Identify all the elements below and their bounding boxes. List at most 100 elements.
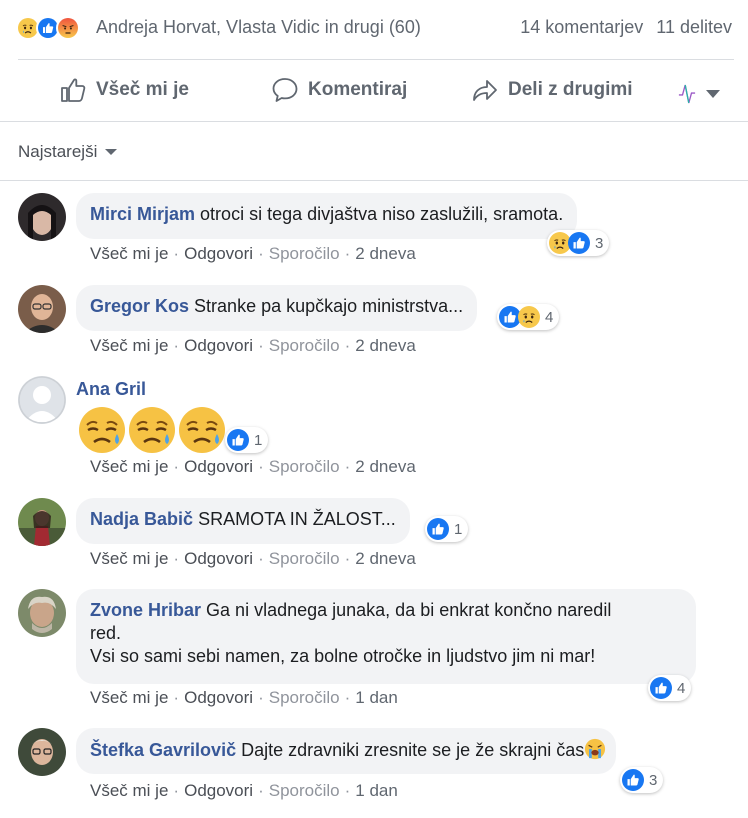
share-count-link[interactable]: 11 delitev — [656, 17, 732, 37]
reaction-count: 3 — [595, 234, 604, 252]
comment-bubble: Mirci Mirjam otroci si tega divjaštva ni… — [76, 193, 578, 239]
avatar[interactable] — [18, 728, 66, 776]
comment-timestamp[interactable]: 1 dan — [355, 688, 398, 707]
comment-timestamp[interactable]: 2 dneva — [355, 336, 416, 355]
comment-timestamp[interactable]: 1 dan — [355, 781, 398, 800]
comment-bubble: Štefka Gavrilovič Dajte zdravniki zresni… — [76, 728, 617, 774]
comment-timestamp[interactable]: 2 dneva — [355, 457, 416, 476]
like-icon — [427, 518, 449, 540]
reaction-count: 4 — [545, 308, 554, 326]
comment-like-link[interactable]: Všeč mi je — [90, 336, 168, 355]
avatar[interactable] — [18, 285, 66, 333]
avatar[interactable] — [18, 589, 66, 637]
loudly-crying-face-icon — [584, 740, 606, 760]
comment-bubble: Nadja Babič SRAMOTA IN ŽALOST... — [76, 498, 410, 544]
crying-face-icon — [176, 404, 228, 456]
comment-actions: Všeč mi je · Odgovori · Sporočilo · 2 dneva — [90, 457, 416, 476]
comment-message-link[interactable]: Sporočilo — [269, 781, 340, 800]
comment-like-link[interactable]: Všeč mi je — [90, 244, 168, 263]
comment-text: SRAMOTA IN ŽALOST... — [198, 509, 396, 529]
comment-text-line: red. — [90, 623, 122, 643]
comment-author[interactable]: Ana Gril — [76, 379, 146, 400]
reactions-summary: Andreja Horvat, Vlasta Vidic in drugi (6… — [0, 0, 748, 58]
comment-reply-link[interactable]: Odgovori — [184, 244, 253, 263]
action-bar: Všeč mi je Komentiraj Deli z drugimi — [0, 62, 748, 118]
divider — [18, 59, 734, 60]
comment-text-line: Vsi so sami sebi namen, za bolne otročke… — [90, 646, 596, 666]
caret-down-icon — [105, 149, 118, 155]
comment-reply-link[interactable]: Odgovori — [184, 549, 253, 568]
thumbs-up-icon — [61, 78, 86, 102]
activity-pulse-icon — [678, 84, 696, 104]
reaction-icons[interactable] — [16, 16, 80, 42]
share-button[interactable]: Deli z drugimi — [470, 74, 633, 106]
comment-message-link[interactable]: Sporočilo — [269, 336, 340, 355]
comment-like-link[interactable]: Všeč mi je — [90, 781, 168, 800]
sort-dropdown[interactable]: Najstarejši — [18, 142, 118, 162]
comment-message-link[interactable]: Sporočilo — [269, 688, 340, 707]
avatar[interactable] — [18, 376, 66, 424]
chevron-down-icon — [706, 90, 720, 98]
divider — [0, 121, 748, 122]
share-button-label: Deli z drugimi — [508, 79, 633, 100]
comment-text: Dajte zdravniki zresnite se je že skrajn… — [241, 740, 585, 760]
comment-reply-link[interactable]: Odgovori — [184, 781, 253, 800]
comment-text: otroci si tega divjaštva niso zaslužili,… — [200, 204, 564, 224]
comment-author[interactable]: Zvone Hribar — [90, 600, 201, 620]
comment-reactions[interactable]: 3 — [620, 767, 664, 793]
like-icon — [227, 429, 249, 451]
comment-reactions[interactable]: 1 — [225, 427, 269, 453]
reaction-count: 1 — [254, 431, 263, 449]
avatar[interactable] — [18, 498, 66, 546]
reaction-count: 3 — [649, 771, 658, 789]
comment-message-link[interactable]: Sporočilo — [269, 549, 340, 568]
comment-like-link[interactable]: Všeč mi je — [90, 549, 168, 568]
audience-selector[interactable] — [678, 78, 720, 110]
comment-message-link[interactable]: Sporočilo — [269, 244, 340, 263]
avatar[interactable] — [18, 193, 66, 241]
comment-reply-link[interactable]: Odgovori — [184, 688, 253, 707]
reaction-count: 4 — [677, 679, 686, 697]
sort-label: Najstarejši — [18, 142, 98, 161]
sad-icon — [518, 306, 540, 328]
speech-bubble-icon — [272, 78, 298, 102]
comment-author[interactable]: Štefka Gavrilovič — [90, 740, 236, 760]
comment-like-link[interactable]: Všeč mi je — [90, 688, 168, 707]
comment-text: Stranke pa kupčkajo ministrstva... — [194, 296, 464, 316]
comment-author[interactable]: Gregor Kos — [90, 296, 189, 316]
comment-reactions[interactable]: 4 — [648, 675, 692, 701]
crying-face-icon — [126, 404, 178, 456]
comment-button[interactable]: Komentiraj — [270, 74, 407, 106]
comment-button-label: Komentiraj — [308, 79, 408, 100]
comment-actions: Všeč mi je · Odgovori · Sporočilo · 2 dneva — [90, 549, 416, 568]
like-button-label: Všeč mi je — [96, 79, 189, 100]
comment-actions: Všeč mi je · Odgovori · Sporočilo · 1 dan — [90, 781, 398, 800]
comment-timestamp[interactable]: 2 dneva — [355, 244, 416, 263]
comment-text-line: Ga ni vladnega junaka, da bi enkrat konč… — [206, 600, 612, 620]
comment-author[interactable]: Nadja Babič — [90, 509, 193, 529]
crying-face-icon — [76, 404, 128, 456]
comment-message-link[interactable]: Sporočilo — [269, 457, 340, 476]
angry-icon — [56, 16, 80, 40]
comment-timestamp[interactable]: 2 dneva — [355, 549, 416, 568]
comment-actions: Všeč mi je · Odgovori · Sporočilo · 1 dan — [90, 688, 398, 707]
comment-bubble: Zvone Hribar Ga ni vladnega junaka, da b… — [76, 589, 696, 684]
comment-actions: Všeč mi je · Odgovori · Sporočilo · 2 dneva — [90, 244, 416, 263]
comment-author[interactable]: Mirci Mirjam — [90, 204, 195, 224]
comment-emoji-content — [76, 404, 226, 456]
comment-actions: Všeč mi je · Odgovori · Sporočilo · 2 dneva — [90, 336, 416, 355]
comment-reactions[interactable]: 1 — [425, 516, 469, 542]
comment-bubble: Gregor Kos Stranke pa kupčkajo ministrst… — [76, 285, 478, 331]
comment-like-link[interactable]: Všeč mi je — [90, 457, 168, 476]
comment-reactions[interactable]: 3 — [547, 230, 610, 256]
comment-count-link[interactable]: 14 komentarjev — [520, 17, 643, 37]
share-arrow-icon — [473, 80, 497, 101]
like-icon — [650, 677, 672, 699]
reaction-count: 1 — [454, 520, 463, 538]
comment-reactions[interactable]: 4 — [497, 304, 560, 330]
divider — [0, 180, 748, 181]
comment-reply-link[interactable]: Odgovori — [184, 336, 253, 355]
comment-reply-link[interactable]: Odgovori — [184, 457, 253, 476]
reaction-names[interactable]: Andreja Horvat, Vlasta Vidic in drugi (6… — [96, 17, 421, 38]
like-button[interactable]: Všeč mi je — [58, 74, 189, 106]
